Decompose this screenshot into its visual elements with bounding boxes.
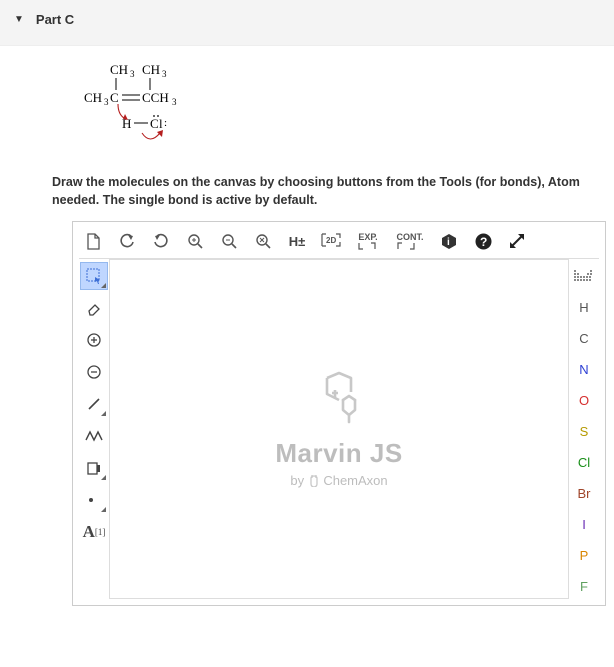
radical-tool[interactable] bbox=[81, 487, 107, 513]
svg-text::: : bbox=[164, 117, 167, 129]
new-document-icon[interactable] bbox=[83, 231, 103, 251]
canvas-logo-text: Marvin JS bbox=[275, 438, 402, 469]
svg-text:CH: CH bbox=[110, 62, 128, 77]
left-toolbar: A[1] bbox=[79, 259, 109, 599]
svg-text:3: 3 bbox=[162, 69, 167, 79]
atom-P[interactable]: P bbox=[573, 544, 595, 566]
marvin-logo-icon bbox=[309, 370, 369, 426]
expand-button[interactable]: EXP. bbox=[355, 231, 381, 251]
fullscreen-icon[interactable] bbox=[507, 231, 527, 251]
reaction-diagram: CH3 CH3 CH3C CCH3 H Cl : bbox=[72, 60, 212, 150]
abbreviation-tool[interactable]: A[1] bbox=[81, 519, 107, 545]
atom-N[interactable]: N bbox=[573, 358, 595, 380]
atom-H[interactable]: H bbox=[573, 296, 595, 318]
svg-text:C: C bbox=[150, 116, 159, 131]
periodic-table-icon[interactable] bbox=[573, 265, 595, 287]
hydrogen-toggle-button[interactable]: H± bbox=[287, 231, 307, 251]
zoom-out-icon[interactable] bbox=[219, 231, 239, 251]
atom-palette: H C N O S Cl Br I P F bbox=[569, 259, 599, 599]
svg-text:l: l bbox=[159, 116, 163, 131]
svg-text:CH: CH bbox=[142, 62, 160, 77]
selection-tool[interactable] bbox=[81, 263, 107, 289]
atom-S[interactable]: S bbox=[573, 420, 595, 442]
top-toolbar: H± 2D EXP. CONT. i bbox=[79, 228, 599, 258]
svg-text:3: 3 bbox=[172, 97, 177, 107]
svg-text:3: 3 bbox=[130, 69, 135, 79]
atom-O[interactable]: O bbox=[573, 389, 595, 411]
drawing-canvas[interactable]: Marvin JS by ChemAxon bbox=[109, 259, 569, 599]
view-2d-button[interactable]: 2D bbox=[321, 231, 341, 251]
charge-plus-tool[interactable] bbox=[81, 327, 107, 353]
svg-text:CCH: CCH bbox=[142, 90, 169, 105]
canvas-byline: by ChemAxon bbox=[290, 473, 387, 488]
svg-text:2D: 2D bbox=[326, 236, 336, 245]
charge-minus-tool[interactable] bbox=[81, 359, 107, 385]
contract-button[interactable]: CONT. bbox=[395, 231, 425, 251]
collapse-triangle-icon[interactable]: ▼ bbox=[14, 14, 24, 25]
single-bond-tool[interactable] bbox=[81, 391, 107, 417]
atom-Br[interactable]: Br bbox=[573, 482, 595, 504]
svg-text:C: C bbox=[110, 90, 119, 105]
atom-C[interactable]: C bbox=[573, 327, 595, 349]
svg-text:i: i bbox=[447, 237, 450, 248]
chain-tool[interactable] bbox=[81, 423, 107, 449]
atom-I[interactable]: I bbox=[573, 513, 595, 535]
part-header[interactable]: ▼ Part C bbox=[0, 0, 614, 46]
part-title: Part C bbox=[36, 12, 74, 27]
svg-text:?: ? bbox=[480, 235, 487, 249]
atom-F[interactable]: F bbox=[573, 575, 595, 597]
eraser-tool[interactable] bbox=[81, 295, 107, 321]
svg-text:3: 3 bbox=[104, 97, 109, 107]
help-icon[interactable]: ? bbox=[473, 231, 493, 251]
zoom-in-icon[interactable] bbox=[185, 231, 205, 251]
svg-text:CH: CH bbox=[84, 90, 102, 105]
undo-icon[interactable] bbox=[117, 231, 137, 251]
zoom-clear-icon[interactable] bbox=[253, 231, 273, 251]
instructions-text: Draw the molecules on the canvas by choo… bbox=[52, 170, 614, 221]
info-icon[interactable]: i bbox=[439, 231, 459, 251]
redo-icon[interactable] bbox=[151, 231, 171, 251]
template-tool[interactable] bbox=[81, 455, 107, 481]
marvin-editor: H± 2D EXP. CONT. i bbox=[72, 221, 606, 606]
atom-Cl[interactable]: Cl bbox=[573, 451, 595, 473]
